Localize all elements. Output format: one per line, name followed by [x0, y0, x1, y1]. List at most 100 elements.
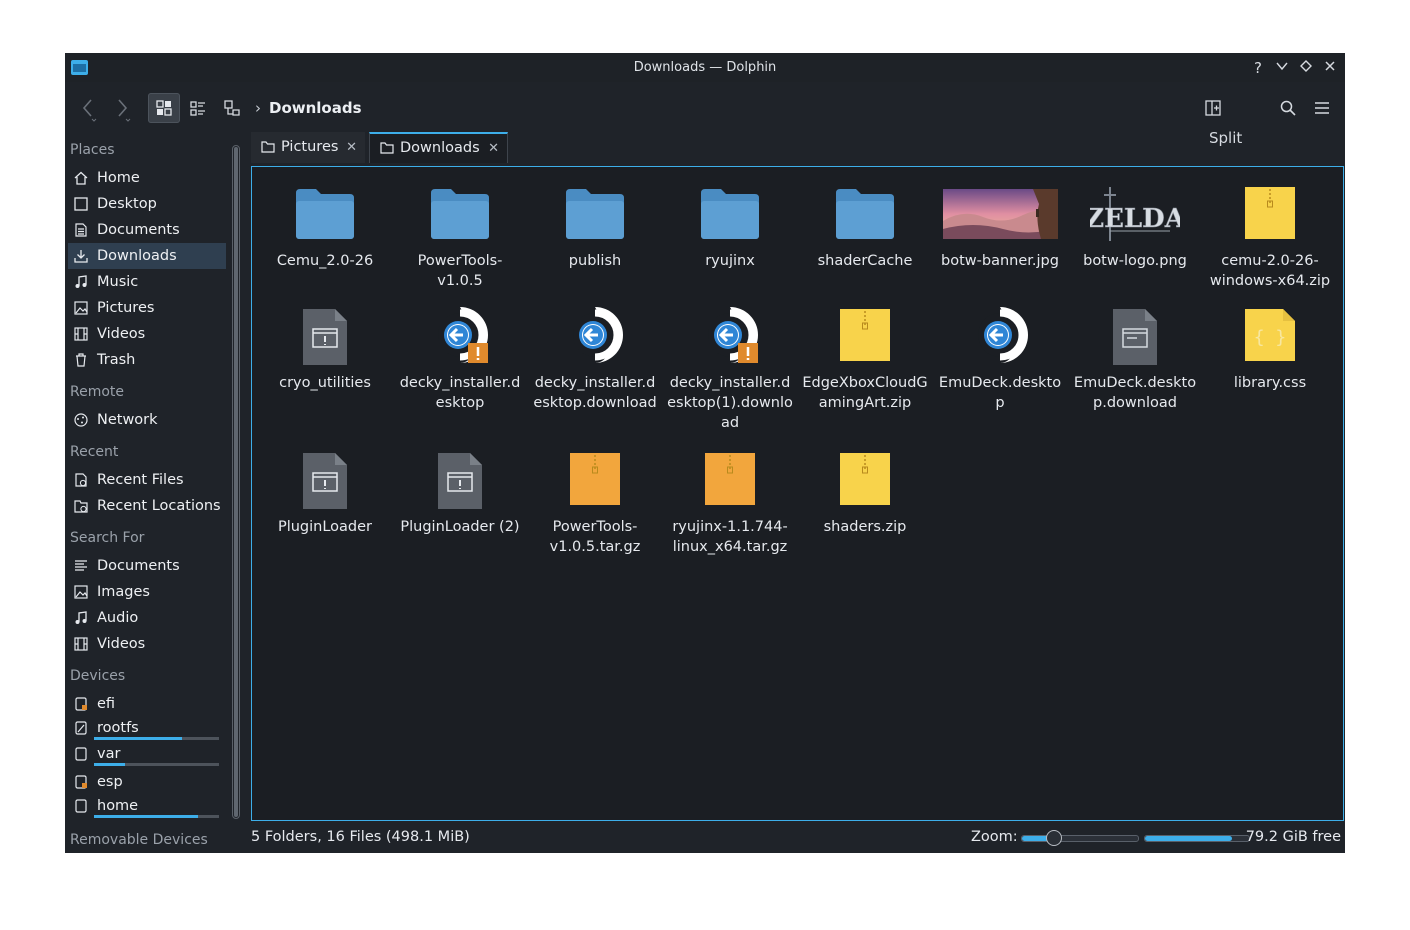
folder-icon: [566, 189, 624, 239]
file-item-icon: [528, 177, 662, 243]
sidebar-item-documents[interactable]: Documents: [68, 217, 226, 243]
file-item[interactable]: decky_installer.desktop.download: [528, 299, 662, 413]
file-item[interactable]: PluginLoader (2): [393, 443, 527, 537]
file-item-icon: [258, 177, 392, 243]
file-item-label: EmuDeck.desktop: [938, 375, 1062, 411]
sidebar-item-label: Videos: [97, 326, 146, 342]
file-item-label: botw-banner.jpg: [941, 253, 1059, 269]
breadcrumb-current[interactable]: Downloads: [269, 99, 362, 117]
file-icon: [1113, 309, 1157, 365]
split-button[interactable]: Split: [1205, 93, 1263, 147]
file-item-label: EmuDeck.desktop.download: [1073, 375, 1197, 411]
zoom-slider-handle[interactable]: [1046, 830, 1063, 846]
home-icon: [74, 171, 88, 185]
file-item-label: PluginLoader: [277, 519, 373, 535]
zoom-label: Zoom:: [971, 829, 1018, 845]
close-button[interactable]: [1320, 58, 1340, 78]
drive-icon: [75, 747, 87, 761]
forward-button[interactable]: [109, 93, 135, 123]
file-item[interactable]: ryujinx: [663, 177, 797, 271]
file-item[interactable]: EmuDeck.desktop: [933, 299, 1067, 413]
sidebar-scrollbar[interactable]: [232, 145, 240, 819]
sidebar-item-videos[interactable]: Videos: [68, 321, 226, 347]
zoom-slider[interactable]: [1021, 830, 1139, 846]
details-view-button[interactable]: [217, 93, 247, 123]
sidebar-item-label: Videos: [97, 636, 146, 652]
file-item[interactable]: shaderCache: [798, 177, 932, 271]
close-tab-icon[interactable]: ✕: [346, 132, 357, 163]
file-item[interactable]: cemu-2.0-26-windows-x64.zip: [1203, 177, 1337, 291]
executable-icon: [303, 453, 347, 509]
sidebar-item-search-videos[interactable]: Videos: [68, 631, 226, 657]
sidebar-item-search-documents[interactable]: Documents: [68, 553, 226, 579]
search-button[interactable]: [1276, 93, 1300, 123]
sidebar-item-pictures[interactable]: Pictures: [68, 295, 226, 321]
places-panel: Places Home Desktop Documents Downloads …: [65, 132, 245, 853]
file-item-icon: [528, 443, 662, 509]
file-item[interactable]: botw-banner.jpg: [933, 177, 1067, 271]
file-item-label: Cemu_2.0-26: [276, 253, 374, 269]
sidebar-item-efi[interactable]: efi: [68, 691, 226, 717]
hamburger-menu-button[interactable]: [1310, 93, 1334, 123]
file-item[interactable]: ryujinx-1.1.744-linux_x64.tar.gz: [663, 443, 797, 557]
archive-icon: [840, 453, 890, 505]
sidebar-item-home[interactable]: Home: [68, 165, 226, 191]
chevron-right-icon: ›: [255, 99, 261, 117]
file-view[interactable]: Cemu_2.0-26 PowerTools-v1.0.5 publish ryuji…: [251, 166, 1344, 821]
desktop-icon: [74, 197, 88, 211]
documents-icon: [75, 560, 87, 571]
sidebar-item-network[interactable]: Network: [68, 407, 226, 433]
file-item[interactable]: PowerTools-v1.0.5.tar.gz: [528, 443, 662, 557]
file-item[interactable]: decky_installer.desktop: [393, 299, 527, 413]
maximize-button[interactable]: [1296, 58, 1316, 78]
archive-icon: [570, 453, 620, 505]
minimize-button[interactable]: [1272, 58, 1292, 78]
breadcrumb[interactable]: › Downloads: [255, 93, 362, 123]
folder-icon: [261, 141, 275, 153]
file-item[interactable]: shaders.zip: [798, 443, 932, 537]
file-item-icon: [258, 299, 392, 365]
disk-space-bar: [1144, 835, 1250, 842]
sidebar-item-downloads[interactable]: Downloads: [68, 243, 226, 269]
executable-icon: [303, 309, 347, 365]
file-item[interactable]: PluginLoader: [258, 443, 392, 537]
file-item-icon: [798, 299, 932, 365]
sidebar-item-esp[interactable]: esp: [68, 769, 226, 795]
file-item[interactable]: publish: [528, 177, 662, 271]
file-item-icon: [393, 443, 527, 509]
folder-icon: [701, 189, 759, 239]
tab-downloads[interactable]: Downloads ✕: [369, 132, 508, 163]
file-item[interactable]: decky_installer.desktop(1).download: [663, 299, 797, 433]
file-item-label: shaders.zip: [823, 519, 907, 535]
sidebar-item-recent-locations[interactable]: Recent Locations: [68, 493, 226, 519]
file-item-label: decky_installer.desktop(1).download: [667, 375, 793, 431]
sidebar-item-label: Desktop: [97, 196, 157, 212]
sidebar-item-music[interactable]: Music: [68, 269, 226, 295]
file-item[interactable]: EdgeXboxCloudGamingArt.zip: [798, 299, 932, 413]
file-item[interactable]: ZELDA botw-logo.png: [1068, 177, 1202, 271]
sidebar-item-desktop[interactable]: Desktop: [68, 191, 226, 217]
sidebar-item-label: Network: [97, 412, 158, 428]
compact-view-button[interactable]: [183, 93, 213, 123]
help-button[interactable]: ?: [1248, 58, 1268, 78]
titlebar[interactable]: Downloads — Dolphin ?: [65, 53, 1345, 82]
sidebar-item-search-images[interactable]: Images: [68, 579, 226, 605]
back-button[interactable]: [75, 93, 101, 123]
file-item[interactable]: cryo_utilities: [258, 299, 392, 393]
sidebar-item-recent-files[interactable]: Recent Files: [68, 467, 226, 493]
close-tab-icon[interactable]: ✕: [488, 134, 499, 163]
file-item[interactable]: EmuDeck.desktop.download: [1068, 299, 1202, 413]
sidebar-item-trash[interactable]: Trash: [68, 347, 226, 373]
file-item-label: ryujinx: [705, 253, 755, 269]
sidebar-item-label: esp: [97, 774, 123, 790]
image-thumbnail: [943, 189, 1058, 239]
file-item-icon: [798, 443, 932, 509]
file-item[interactable]: PowerTools-v1.0.5: [393, 177, 527, 291]
sidebar-item-search-audio[interactable]: Audio: [68, 605, 226, 631]
dolphin-window: Downloads — Dolphin ? › Downloads Split …: [65, 53, 1345, 853]
icons-view-button[interactable]: [148, 93, 180, 123]
tab-pictures[interactable]: Pictures ✕: [251, 132, 365, 163]
file-item[interactable]: { } library.css: [1203, 299, 1337, 393]
file-item[interactable]: Cemu_2.0-26: [258, 177, 392, 271]
section-places: Places: [70, 142, 115, 158]
